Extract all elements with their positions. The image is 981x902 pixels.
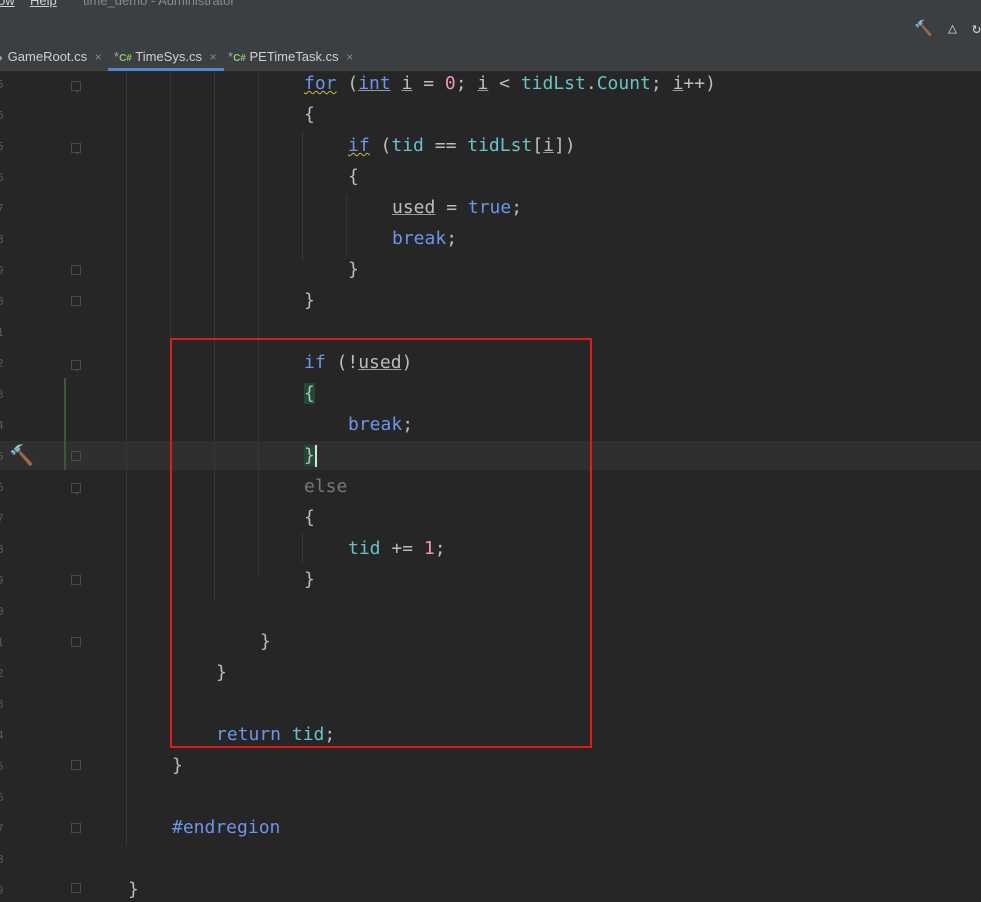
tab-label: PETimeTask.cs <box>249 49 339 64</box>
fold-marker[interactable] <box>71 296 81 306</box>
tab-gameroot[interactable]: ◗ GameRoot.cs × <box>0 45 104 71</box>
unity-icon[interactable]: △ <box>948 19 957 37</box>
line-number: 5 <box>0 760 4 773</box>
tab-label: TimeSys.cs <box>135 49 202 64</box>
code-line: used = true; <box>392 197 523 218</box>
code-editor[interactable]: 5 6 5 6 7 8 9 0 1 2 3 4 5 6 7 8 9 0 1 2 3 4 5 6 7 8 9 🔨 for (int i… <box>0 71 981 900</box>
tab-petimetask[interactable]: *C# PETimeTask.cs × <box>228 45 358 71</box>
line-number: 8 <box>0 233 4 246</box>
line-number: 2 <box>0 357 4 370</box>
fold-marker[interactable] <box>71 760 81 770</box>
line-number: 0 <box>0 295 4 308</box>
csharp-file-icon: C# <box>119 53 132 64</box>
fold-marker[interactable] <box>71 81 81 93</box>
file-icon: ◗ <box>0 53 5 64</box>
line-number: 6 <box>0 171 4 184</box>
code-line: if (tid == tidLst[i]) <box>348 135 576 156</box>
line-number: 3 <box>0 698 4 711</box>
build-hammer-icon[interactable]: 🔨 <box>914 19 933 37</box>
line-number: 6 <box>0 791 4 804</box>
tab-timesys[interactable]: *C# TimeSys.cs × <box>108 45 224 71</box>
code-line: for (int i = 0; i < tidLst.Count; i++) <box>304 73 716 94</box>
csharp-file-icon: C# <box>233 53 246 64</box>
code-line: } <box>128 879 139 900</box>
refresh-icon[interactable]: ↻ <box>972 19 981 37</box>
line-number: 8 <box>0 853 4 866</box>
fold-marker[interactable] <box>71 143 81 155</box>
fold-marker[interactable] <box>71 265 81 275</box>
fold-marker[interactable] <box>71 360 81 372</box>
line-number: 7 <box>0 512 4 525</box>
line-number: 2 <box>0 667 4 680</box>
title-bar: ow Help time_demo - Administrator 🔨 △ ↻ <box>0 0 981 45</box>
line-number: 5 <box>0 140 4 153</box>
line-number: 7 <box>0 202 4 215</box>
line-number: 0 <box>0 605 4 618</box>
code-line: #endregion <box>172 817 281 838</box>
hammer-icon[interactable]: 🔨 <box>9 443 34 467</box>
line-number: 8 <box>0 543 4 556</box>
line-number: 1 <box>0 326 4 339</box>
line-number: 6 <box>0 109 4 122</box>
line-number: 9 <box>0 264 4 277</box>
fold-marker[interactable] <box>71 575 81 585</box>
line-number: 5 <box>0 450 4 463</box>
code-line: { <box>348 166 359 187</box>
indent-guide <box>346 195 347 255</box>
fold-marker[interactable] <box>71 637 81 647</box>
line-number: 3 <box>0 388 4 401</box>
line-number: 9 <box>0 574 4 587</box>
code-line: { <box>304 104 315 125</box>
window-title: time_demo - Administrator <box>83 0 235 8</box>
line-number: 5 <box>0 78 4 91</box>
menu-window[interactable]: ow <box>0 0 15 8</box>
code-line: } <box>304 290 315 311</box>
fold-marker[interactable] <box>71 451 81 461</box>
fold-marker[interactable] <box>71 883 81 893</box>
line-number: 1 <box>0 636 4 649</box>
code-line: } <box>172 755 183 776</box>
indent-guide <box>302 131 303 261</box>
code-line: } <box>348 259 359 280</box>
line-number: 4 <box>0 419 4 432</box>
close-icon[interactable]: × <box>95 50 102 64</box>
close-icon[interactable]: × <box>210 50 217 64</box>
close-icon[interactable]: × <box>346 50 353 64</box>
line-number: 4 <box>0 729 4 742</box>
indent-guide <box>126 71 127 846</box>
line-number: 7 <box>0 822 4 835</box>
menu-help[interactable]: Help <box>30 0 57 8</box>
line-number: 6 <box>0 481 4 494</box>
tab-label: GameRoot.cs <box>7 49 88 64</box>
code-line: break; <box>392 228 458 249</box>
fold-marker[interactable] <box>71 483 81 495</box>
highlight-box <box>170 338 592 748</box>
editor-tab-bar: ◗ GameRoot.cs × *C# TimeSys.cs × *C# PET… <box>0 45 981 72</box>
fold-marker[interactable] <box>71 823 81 833</box>
line-number: 9 <box>0 884 4 897</box>
vcs-change-marker <box>64 378 66 470</box>
